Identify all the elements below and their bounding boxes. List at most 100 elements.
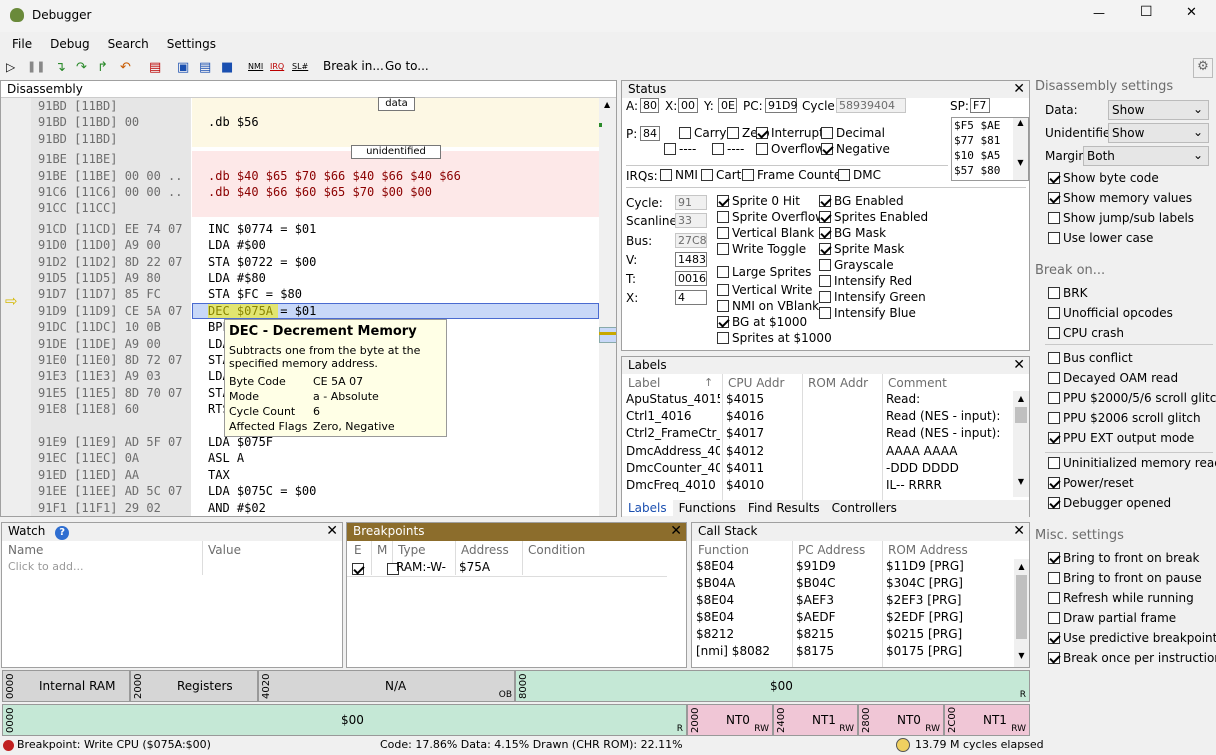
reg-a-field[interactable]: 80 [640,98,659,113]
ppu-intensify-red[interactable]: Intensify Red [819,274,912,288]
frame-icon[interactable]: ▣ [177,60,189,76]
flag-negative-box[interactable] [821,142,833,155]
opt-show-byte-code[interactable]: Show byte code [1048,171,1159,185]
disasm-addr[interactable]: 91C6 [11C6] 00 00 .. [38,184,183,200]
ppu-sprite-overflow[interactable]: Sprite Overflow [717,210,825,224]
misc-use-predictive-breakpoints-box[interactable] [1048,631,1060,644]
break-cpu-crash-box[interactable] [1048,326,1060,339]
ppu-sprite-0-hit[interactable]: Sprite 0 Hit [717,194,800,208]
memmap-nt0-b[interactable]: 2800 NT0 RW [858,704,944,736]
ppu-large-sprites-box[interactable] [717,265,729,278]
disasm-addr[interactable]: 91E8 [11E8] 60 [38,401,139,417]
misc-break-once-per-instruction-box[interactable] [1048,651,1060,664]
ppu-vertical-blank-box[interactable] [717,226,729,239]
opt-show-memory-values-box[interactable] [1048,191,1060,204]
disasm-addr[interactable]: 91DE [11DE] A9 00 [38,336,161,352]
bp-enabled-checkbox[interactable] [352,562,364,575]
irq-cart-box[interactable] [701,168,713,181]
label-row[interactable]: ApuStatus_4015 $4015 Read: [622,391,1012,408]
flag-carry[interactable]: Carry [679,126,727,140]
break-ppu-ext-output-mode[interactable]: PPU EXT output mode [1048,431,1194,445]
ppu-sprite-mask-box[interactable] [819,242,831,255]
run-icon[interactable]: ▷ [6,60,15,76]
memory-map[interactable]: 0000 Internal RAM 2000 Registers 4020 N/A OB… [2,670,1030,736]
pause-icon[interactable]: ❚❚ [27,60,45,76]
misc-refresh-while-running-box[interactable] [1048,591,1060,604]
break-uninitialized-memory-read[interactable]: Uninitialized memory read [1048,456,1216,470]
settings-gear-icon[interactable]: ⚙ [1193,58,1213,78]
close-status-icon[interactable]: ✕ [1013,81,1025,97]
ppu-v-field[interactable]: 1483 [675,252,707,267]
ppu-sprites-enabled-box[interactable] [819,210,831,223]
disasm-code[interactable]: LDA #$00 [208,237,266,253]
disasm-addr[interactable]: 91ED [11ED] AA [38,467,139,483]
menu-search[interactable]: Search [99,34,158,54]
watch-add-input[interactable]: Click to add... [8,560,83,573]
bp-col-header[interactable]: Type [398,543,426,557]
ppu-nmi-on-vblank[interactable]: NMI on VBlank [717,299,819,313]
scroll-up-icon[interactable]: ▲ [604,100,610,109]
margin-setting-select[interactable]: Both ⌄ [1083,146,1209,166]
break-ppu-ext-output-mode-box[interactable] [1048,431,1060,444]
disasm-addr[interactable]: 91D9 [11D9] CE 5A 07 [38,303,183,319]
flag-xxxx[interactable]: ---- [664,142,696,156]
maximize-button[interactable]: ☐ [1140,4,1153,20]
irq-dmc-box[interactable] [838,168,850,181]
reg-pc-field[interactable]: 91D9 [765,98,797,113]
memmap-internal-ram[interactable]: 0000 Internal RAM [2,670,130,702]
ppu-grayscale-box[interactable] [819,258,831,271]
break-ppu-2000-5-6-scroll-glitch-box[interactable] [1048,391,1060,404]
label-row[interactable]: Ctrl2_FrameCtr_40 $4017 Read (NES - input)… [622,425,1012,442]
step-back-icon[interactable]: ↶ [120,60,131,76]
goto-button[interactable]: Go to... [385,59,429,75]
flag-xxxx[interactable]: ---- [712,142,744,156]
disasm-code[interactable]: LDA #$80 [208,270,266,286]
ppu-write-toggle[interactable]: Write Toggle [717,242,806,256]
misc-refresh-while-running[interactable]: Refresh while running [1048,591,1194,605]
flag-interrupt[interactable]: Interrupt [756,126,824,140]
disasm-addr[interactable]: 91D7 [11D7] 85 FC [38,286,161,302]
break-brk-box[interactable] [1048,286,1060,299]
disasm-code[interactable]: .db $40 $65 $70 $66 $40 $66 $40 $66 [208,168,461,184]
disasm-addr[interactable]: 91BD [11BD] [38,131,117,147]
misc-break-once-per-instruction[interactable]: Break once per instruction [1048,651,1216,665]
flag-xxxx-box[interactable] [712,142,724,155]
disasm-addr[interactable]: 91E5 [11E5] 8D 70 07 [38,385,183,401]
break-ppu-2000-5-6-scroll-glitch[interactable]: PPU $2000/5/6 scroll glitch [1048,391,1216,405]
break-bus-conflict[interactable]: Bus conflict [1048,351,1133,365]
flag-overflow-box[interactable] [756,142,768,155]
menu-settings[interactable]: Settings [158,34,225,54]
reg-sp-field[interactable]: F7 [970,98,990,113]
break-uninitialized-memory-read-box[interactable] [1048,456,1060,469]
stack-view[interactable]: $F5 $AE $77 $81 $10 $A5 $57 $80 ▲ ▼ [951,117,1029,181]
irq-nmi[interactable]: NMI [660,168,698,182]
labels-col-header[interactable]: CPU Addr [728,376,784,390]
break-debugger-opened-box[interactable] [1048,496,1060,509]
irq-frame-counter[interactable]: Frame Counter [742,168,846,182]
ppu-bg-enabled[interactable]: BG Enabled [819,194,904,208]
flag-zero-box[interactable] [727,126,739,139]
break-unofficial-opcodes-box[interactable] [1048,306,1060,319]
break-cpu-crash[interactable]: CPU crash [1048,326,1124,340]
close-breakpoints-icon[interactable]: ✕ [670,523,682,539]
ppu-nmi-on-vblank-box[interactable] [717,299,729,312]
break-bus-conflict-box[interactable] [1048,351,1060,364]
disasm-code[interactable]: STA $0722 = $00 [208,254,316,270]
opt-use-lower-case-box[interactable] [1048,231,1060,244]
break-debugger-opened[interactable]: Debugger opened [1048,496,1171,510]
flag-decimal-box[interactable] [821,126,833,139]
ppu-bg-mask[interactable]: BG Mask [819,226,886,240]
unid-setting-select[interactable]: Show ⌄ [1108,123,1209,143]
memmap-nt1-b[interactable]: 2C00 NT1 RW [944,704,1030,736]
labels-col-header[interactable]: Label [628,376,660,390]
ppu-sprites-enabled[interactable]: Sprites Enabled [819,210,928,224]
irq-button[interactable]: IRQ [270,62,284,78]
flag-negative[interactable]: Negative [821,142,890,156]
reg-x-field[interactable]: 00 [678,98,698,113]
ppu-vertical-write-box[interactable] [717,283,729,296]
break-power-reset-box[interactable] [1048,476,1060,489]
ppu-intensify-blue[interactable]: Intensify Blue [819,306,916,320]
disasm-code[interactable]: BEQ $91F6 [208,516,273,517]
callstack-row[interactable]: $B04A $B04C $304C [PRG] [692,575,1012,592]
break-unofficial-opcodes[interactable]: Unofficial opcodes [1048,306,1173,320]
